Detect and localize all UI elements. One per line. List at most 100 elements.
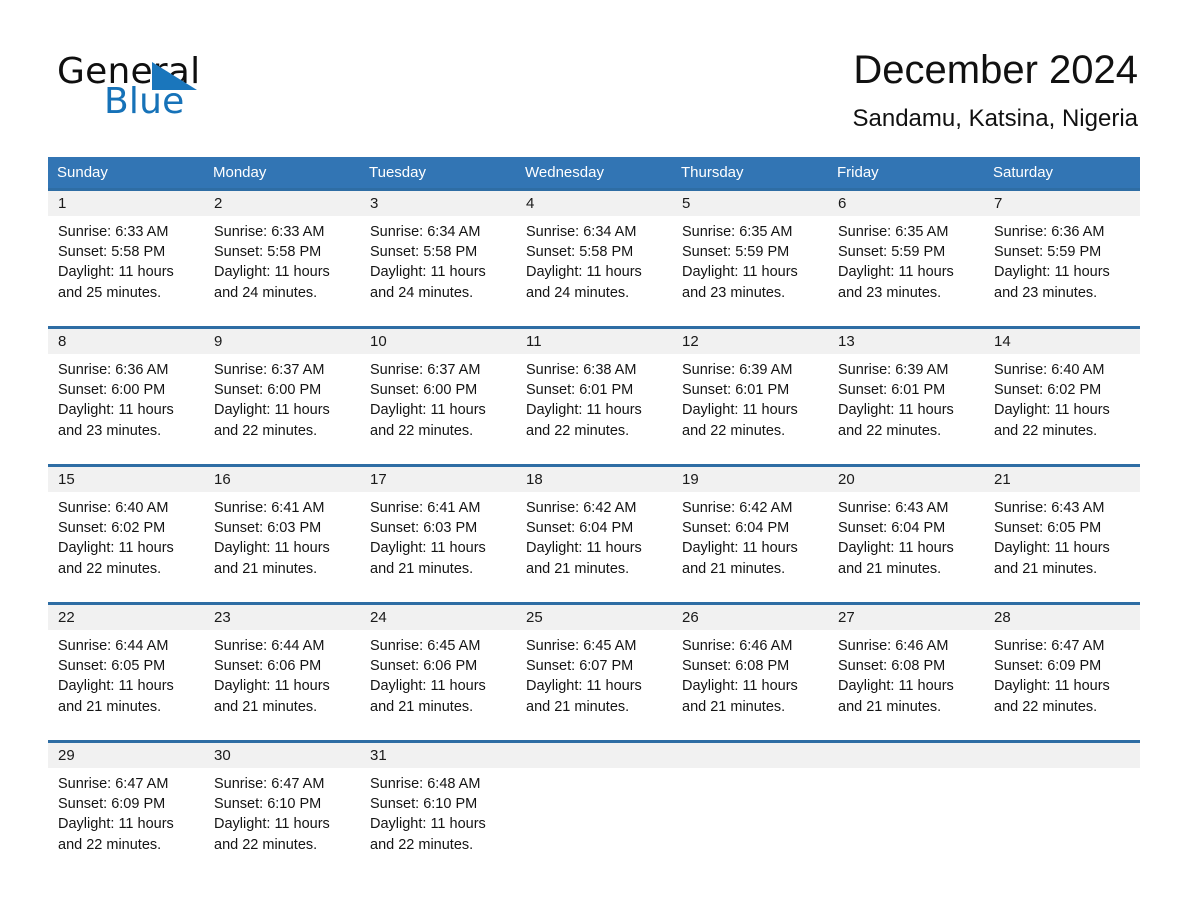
sunset-text: Sunset: 6:06 PM	[370, 658, 478, 675]
day-cell[interactable]: Sunrise: 6:46 AM Sunset: 6:08 PM Dayligh…	[672, 630, 828, 740]
daylight-text-line1: Daylight: 11 hours	[214, 678, 330, 695]
day-number[interactable]: 13	[828, 329, 984, 354]
daylight-text-line2: and 22 minutes.	[682, 422, 786, 439]
day-number[interactable]: 28	[984, 605, 1140, 630]
day-number[interactable]: 5	[672, 191, 828, 216]
weekday-header-row: Sunday Monday Tuesday Wednesday Thursday…	[48, 157, 1140, 188]
weekday-header-saturday: Saturday	[993, 164, 1054, 181]
daylight-text-line2: and 21 minutes.	[214, 560, 318, 577]
day-number[interactable]: 6	[828, 191, 984, 216]
day-number[interactable]: 16	[204, 467, 360, 492]
day-number[interactable]: 19	[672, 467, 828, 492]
location-subtitle: Sandamu, Katsina, Nigeria	[852, 105, 1139, 132]
day-cell[interactable]: Sunrise: 6:35 AM Sunset: 5:59 PM Dayligh…	[828, 216, 984, 326]
daylight-text-line2: and 22 minutes.	[994, 698, 1098, 715]
day-number[interactable]: 8	[48, 329, 204, 354]
daylight-text-line2: and 23 minutes.	[58, 422, 162, 439]
day-cell[interactable]: Sunrise: 6:34 AM Sunset: 5:58 PM Dayligh…	[360, 216, 516, 326]
sunset-text: Sunset: 5:59 PM	[682, 244, 790, 261]
daylight-text-line1: Daylight: 11 hours	[58, 816, 174, 833]
day-cell[interactable]: Sunrise: 6:45 AM Sunset: 6:06 PM Dayligh…	[360, 630, 516, 740]
daylight-text-line1: Daylight: 11 hours	[838, 678, 954, 695]
daylight-text-line1: Daylight: 11 hours	[682, 264, 798, 281]
daylight-text-line2: and 22 minutes.	[214, 422, 318, 439]
day-cell[interactable]: Sunrise: 6:36 AM Sunset: 6:00 PM Dayligh…	[48, 354, 204, 464]
day-cell[interactable]: Sunrise: 6:35 AM Sunset: 5:59 PM Dayligh…	[672, 216, 828, 326]
daylight-text-line1: Daylight: 11 hours	[370, 264, 486, 281]
sunset-text: Sunset: 5:59 PM	[838, 244, 946, 261]
day-number[interactable]: 4	[516, 191, 672, 216]
sunset-text: Sunset: 6:01 PM	[682, 382, 790, 399]
day-number[interactable]: 21	[984, 467, 1140, 492]
day-cell[interactable]: Sunrise: 6:47 AM Sunset: 6:09 PM Dayligh…	[984, 630, 1140, 740]
day-cell[interactable]: Sunrise: 6:41 AM Sunset: 6:03 PM Dayligh…	[360, 492, 516, 602]
sunrise-text: Sunrise: 6:39 AM	[682, 362, 793, 378]
day-cell[interactable]: Sunrise: 6:33 AM Sunset: 5:58 PM Dayligh…	[48, 216, 204, 326]
sunrise-text: Sunrise: 6:33 AM	[214, 224, 325, 240]
sunset-text: Sunset: 6:01 PM	[526, 382, 634, 399]
day-cell[interactable]: Sunrise: 6:44 AM Sunset: 6:05 PM Dayligh…	[48, 630, 204, 740]
sunrise-text: Sunrise: 6:47 AM	[994, 638, 1105, 654]
day-number[interactable]: 23	[204, 605, 360, 630]
day-number[interactable]: 25	[516, 605, 672, 630]
day-cell[interactable]: Sunrise: 6:42 AM Sunset: 6:04 PM Dayligh…	[516, 492, 672, 602]
daylight-text-line2: and 22 minutes.	[526, 422, 630, 439]
day-cell[interactable]: Sunrise: 6:37 AM Sunset: 6:00 PM Dayligh…	[360, 354, 516, 464]
day-number[interactable]: 11	[516, 329, 672, 354]
daylight-text-line2: and 22 minutes.	[58, 560, 162, 577]
sunrise-text: Sunrise: 6:44 AM	[58, 638, 169, 654]
week-details: Sunrise: 6:40 AM Sunset: 6:02 PM Dayligh…	[48, 492, 1140, 602]
day-cell[interactable]: Sunrise: 6:47 AM Sunset: 6:10 PM Dayligh…	[204, 768, 360, 880]
day-cell[interactable]: Sunrise: 6:48 AM Sunset: 6:10 PM Dayligh…	[360, 768, 516, 880]
day-number[interactable]: 22	[48, 605, 204, 630]
daylight-text-line1: Daylight: 11 hours	[838, 402, 954, 419]
week-daynumbers: 22 23 24 25 26 27 28	[48, 605, 1140, 630]
day-number[interactable]: 18	[516, 467, 672, 492]
sunrise-text: Sunrise: 6:35 AM	[838, 224, 949, 240]
day-number[interactable]: 27	[828, 605, 984, 630]
day-number[interactable]: 12	[672, 329, 828, 354]
day-cell[interactable]: Sunrise: 6:36 AM Sunset: 5:59 PM Dayligh…	[984, 216, 1140, 326]
week-row: 15 16 17 18 19 20 21 Sunrise: 6:40 AM Su…	[48, 464, 1140, 602]
day-cell[interactable]: Sunrise: 6:38 AM Sunset: 6:01 PM Dayligh…	[516, 354, 672, 464]
day-cell[interactable]: Sunrise: 6:40 AM Sunset: 6:02 PM Dayligh…	[984, 354, 1140, 464]
day-cell[interactable]: Sunrise: 6:42 AM Sunset: 6:04 PM Dayligh…	[672, 492, 828, 602]
day-cell[interactable]: Sunrise: 6:43 AM Sunset: 6:04 PM Dayligh…	[828, 492, 984, 602]
day-number[interactable]: 29	[48, 743, 204, 768]
daylight-text-line2: and 21 minutes.	[58, 698, 162, 715]
week-details: Sunrise: 6:47 AM Sunset: 6:09 PM Dayligh…	[48, 768, 1140, 880]
general-blue-logo[interactable]: General Blue	[57, 52, 357, 122]
daylight-text-line2: and 21 minutes.	[682, 698, 786, 715]
day-cell[interactable]: Sunrise: 6:46 AM Sunset: 6:08 PM Dayligh…	[828, 630, 984, 740]
day-number[interactable]: 7	[984, 191, 1140, 216]
day-cell[interactable]: Sunrise: 6:43 AM Sunset: 6:05 PM Dayligh…	[984, 492, 1140, 602]
day-number[interactable]: 14	[984, 329, 1140, 354]
day-number[interactable]: 15	[48, 467, 204, 492]
day-cell[interactable]: Sunrise: 6:45 AM Sunset: 6:07 PM Dayligh…	[516, 630, 672, 740]
sunrise-text: Sunrise: 6:36 AM	[58, 362, 169, 378]
day-cell[interactable]: Sunrise: 6:34 AM Sunset: 5:58 PM Dayligh…	[516, 216, 672, 326]
sunset-text: Sunset: 5:58 PM	[58, 244, 166, 261]
day-number[interactable]: 24	[360, 605, 516, 630]
day-cell[interactable]: Sunrise: 6:44 AM Sunset: 6:06 PM Dayligh…	[204, 630, 360, 740]
day-number[interactable]: 1	[48, 191, 204, 216]
day-cell[interactable]: Sunrise: 6:41 AM Sunset: 6:03 PM Dayligh…	[204, 492, 360, 602]
daylight-text-line1: Daylight: 11 hours	[214, 402, 330, 419]
day-cell[interactable]: Sunrise: 6:40 AM Sunset: 6:02 PM Dayligh…	[48, 492, 204, 602]
day-number[interactable]: 10	[360, 329, 516, 354]
day-cell[interactable]: Sunrise: 6:47 AM Sunset: 6:09 PM Dayligh…	[48, 768, 204, 880]
day-number[interactable]: 26	[672, 605, 828, 630]
day-cell[interactable]: Sunrise: 6:39 AM Sunset: 6:01 PM Dayligh…	[828, 354, 984, 464]
day-cell-empty	[984, 768, 1140, 880]
day-number[interactable]: 9	[204, 329, 360, 354]
day-number[interactable]: 3	[360, 191, 516, 216]
sunset-text: Sunset: 6:10 PM	[214, 796, 322, 813]
day-cell[interactable]: Sunrise: 6:33 AM Sunset: 5:58 PM Dayligh…	[204, 216, 360, 326]
day-number[interactable]: 31	[360, 743, 516, 768]
day-number[interactable]: 20	[828, 467, 984, 492]
day-cell[interactable]: Sunrise: 6:39 AM Sunset: 6:01 PM Dayligh…	[672, 354, 828, 464]
day-number[interactable]: 30	[204, 743, 360, 768]
day-cell[interactable]: Sunrise: 6:37 AM Sunset: 6:00 PM Dayligh…	[204, 354, 360, 464]
day-number[interactable]: 17	[360, 467, 516, 492]
day-number[interactable]: 2	[204, 191, 360, 216]
